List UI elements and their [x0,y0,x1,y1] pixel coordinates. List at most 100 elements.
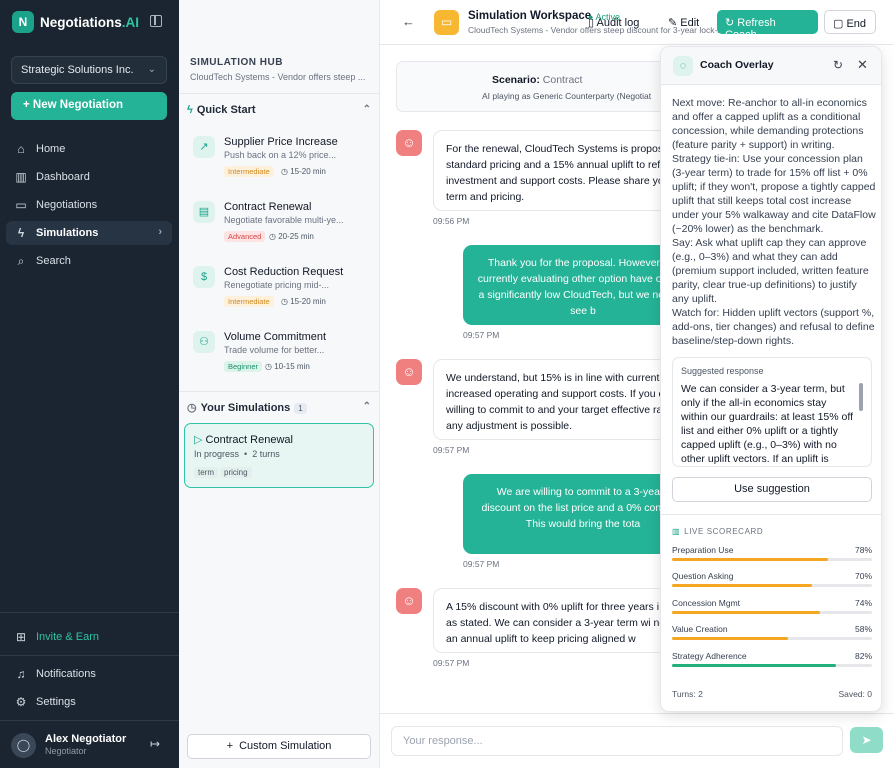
simulation-hub-panel: SIMULATION HUB CloudTech Systems - Vendo… [179,0,380,768]
suggested-response-box[interactable]: Suggested response We can consider a 3-y… [672,357,872,467]
nav-label: Search [36,255,71,267]
coach-overlay: ◌ Coach Overlay ↻ ✕ Next move: Re-anchor… [660,46,882,712]
dollar-icon: $ [193,266,215,288]
advice-say: Say: Ask what uplift cap they can approv… [672,237,869,305]
brand-name-text: Negotiations [40,14,122,30]
lightbulb-icon: ◌ [673,56,693,76]
audit-log-button[interactable]: ▯ Audit log [580,10,647,34]
coach-advice: Next move: Re-anchor to all-in economics… [672,96,876,348]
scorecard-title: ▥ LIVE SCORECARD [672,527,763,536]
scenario-card[interactable]: ⚇ Volume Commitment Trade volume for bet… [193,327,369,383]
notifications-label: Notifications [36,668,96,680]
advice-watch: Watch for: Hidden uplift vectors (suppor… [672,307,875,347]
top-bar: ← ▭ Simulation Workspace ● Active CloudT… [380,0,894,45]
bolt-icon: ϟ [17,226,25,240]
simulation-item[interactable]: ▷ Contract Renewal In progress • 2 turns… [184,423,374,488]
org-select[interactable]: Strategic Solutions Inc. ⌄ [11,56,167,84]
nav-simulations[interactable]: ϟ Simulations › [6,221,172,245]
scrollbar[interactable] [859,383,863,411]
sim-title-text: Contract Renewal [205,434,293,446]
message-bot: A 15% discount with 0% uplift for three … [433,588,693,653]
scorecard-metric: Strategy Adherence 82% [672,651,872,673]
stop-icon: ▢ [833,18,847,30]
edit-button[interactable]: ✎ Edit [660,10,707,34]
use-suggestion-button[interactable]: Use suggestion [672,477,872,502]
duration-text: 15-20 min [290,167,326,176]
nav-label: Home [36,143,66,155]
metric-bar-fill [672,611,820,614]
metric-bar [672,584,872,587]
collapse-sidebar-icon[interactable] [150,15,162,27]
count-badge: 1 [294,403,307,414]
send-icon[interactable]: ➤ [850,727,883,753]
user-profile[interactable]: ◯ Alex Negotiator Negotiator ↦ [11,731,171,761]
refresh-coach-button[interactable]: ↻ Refresh Coach [717,10,818,41]
clock-icon: ◷ [187,402,197,414]
your-simulations-header[interactable]: ◷ Your Simulations 1 ⌃ [187,401,371,414]
divider [179,391,380,392]
card-desc: Renegotiate pricing mid-... [224,280,330,290]
divider [0,720,179,721]
turns-count: Turns: 2 [672,689,703,699]
nav-negotiations[interactable]: ▭ Negotiations [6,193,172,217]
card-desc: Push back on a 12% price... [224,150,337,160]
pencil-icon: ✎ [668,17,681,29]
hub-title: SIMULATION HUB [190,57,283,68]
scenario-subtitle: AI playing as Generic Counterparty (Nego… [482,91,652,101]
response-input[interactable]: Your response... [391,726,843,756]
logout-icon[interactable]: ↦ [150,737,160,751]
nav-search[interactable]: ⌕ Search [6,249,172,273]
metric-bar-fill [672,664,836,667]
scenario-card[interactable]: $ Cost Reduction Request Renegotiate pri… [193,262,369,318]
nav-notifications[interactable]: ♫ Notifications [6,662,172,686]
invite-earn-link[interactable]: ⊞ Invite & Earn [6,625,172,649]
advice-next-move: Next move: Re-anchor to all-in economics… [672,97,867,151]
brand-suffix: .AI [121,14,140,30]
message-time: 09:57 PM [463,559,500,569]
quick-start-header[interactable]: ϟ Quick Start ⌃ [187,104,371,116]
scenario-line: Scenario: Contract [397,74,695,86]
message-time: 09:57 PM [463,330,500,340]
duration-text: 15-20 min [290,297,326,306]
invite-label: Invite & Earn [36,631,99,643]
edit-label: Edit [680,17,700,29]
tag: pricing [220,467,252,478]
nav-settings[interactable]: ⚙ Settings [6,690,172,714]
scorecard-metric: Question Asking 70% [672,571,872,593]
home-icon: ⌂ [17,142,25,156]
nav-home[interactable]: ⌂ Home [6,137,172,161]
chart-icon: ▥ [15,170,27,184]
metric-value: 82% [854,651,872,661]
advice-strategy: Strategy tie-in: Use your concession pla… [672,153,876,235]
sim-status-text: In progress [194,449,240,459]
tag: term [194,467,218,478]
suggested-text: We can consider a 3-year term, but only … [681,383,853,464]
back-arrow-icon[interactable]: ← [402,14,415,29]
bot-avatar: ☺ [396,130,422,156]
metric-bar [672,558,872,561]
metric-bar [672,611,872,614]
users-icon: ⚇ [193,331,215,353]
brand[interactable]: N Negotiations.AI [12,11,139,33]
refresh-icon[interactable]: ↻ [833,58,843,72]
close-icon[interactable]: ✕ [857,57,868,73]
metric-bar-fill [672,558,828,561]
custom-simulation-button[interactable]: + Custom Simulation [187,734,371,759]
document-icon: ▤ [193,201,215,223]
new-negotiation-button[interactable]: + New Negotiation [11,92,167,120]
card-title: Volume Commitment [224,331,327,343]
sim-status: In progress • 2 turns [194,449,280,459]
duration: ◷ 20-25 min [269,232,314,241]
scenario-card[interactable]: ↗ Supplier Price Increase Push back on a… [193,132,369,188]
message-time: 09:57 PM [433,445,470,455]
message-bot: We understand, but 15% is in line with c… [433,359,693,440]
suggested-label: Suggested response [681,366,764,376]
message-time: 09:56 PM [433,216,470,226]
scenario-card[interactable]: ▤ Contract Renewal Negotiate favorable m… [193,197,369,253]
composer: Your response... ➤ [380,713,894,768]
metric-bar [672,664,872,667]
end-button[interactable]: ▢ End [824,10,876,34]
chevron-up-icon: ⌃ [362,104,371,115]
play-icon: ▷ [194,434,206,446]
nav-dashboard[interactable]: ▥ Dashboard [6,165,172,189]
